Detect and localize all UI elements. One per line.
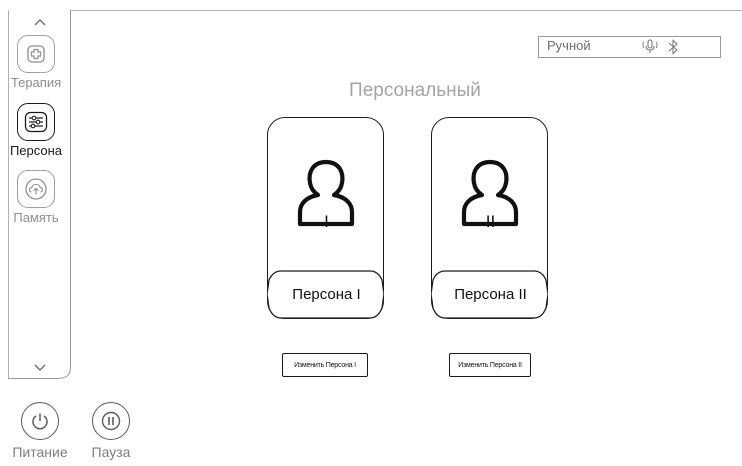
persona-numeral: I (324, 212, 329, 231)
persona-card-1[interactable]: I Персона I (267, 117, 384, 319)
cloud-upload-icon (25, 178, 47, 200)
sidebar-item-therapy[interactable] (17, 35, 55, 73)
edit-persona-1-button[interactable]: Изменить Персона I (282, 353, 368, 377)
power-icon (32, 413, 48, 430)
sidebar-bottom-border (8, 378, 60, 379)
sidebar-left-border (8, 10, 9, 379)
pause-icon (101, 411, 121, 431)
bluetooth-icon (668, 39, 678, 55)
pause-label: Пауза (91, 444, 131, 460)
chevron-up-icon[interactable] (28, 14, 52, 30)
top-divider (70, 10, 742, 11)
persona-name: Персона I (292, 285, 361, 303)
sidebar-item-memory[interactable] (17, 170, 55, 208)
chevron-down-icon[interactable] (28, 360, 52, 376)
mode-label: Ручной (547, 38, 591, 53)
persona-card-2[interactable]: II Персона II (431, 117, 548, 319)
persona-numeral: II (485, 212, 496, 231)
edit-persona-2-button[interactable]: Изменить Персона II (449, 353, 531, 377)
sidebar-item-label: Терапия (10, 75, 62, 90)
persona-name: Персона II (454, 285, 527, 303)
sliders-icon (24, 111, 48, 133)
sidebar-item-label: Память (13, 210, 59, 225)
microphone-icon (642, 39, 658, 53)
sidebar-corner (59, 364, 71, 379)
pause-button[interactable] (92, 402, 130, 440)
sidebar-item-label: Персона (9, 143, 63, 158)
therapy-plus-icon (27, 45, 45, 63)
page-title: Персональный (349, 80, 481, 101)
power-button[interactable] (21, 402, 59, 440)
power-label: Питание (12, 444, 68, 460)
sidebar-item-persona[interactable] (17, 103, 55, 141)
sidebar-right-border (70, 10, 71, 365)
